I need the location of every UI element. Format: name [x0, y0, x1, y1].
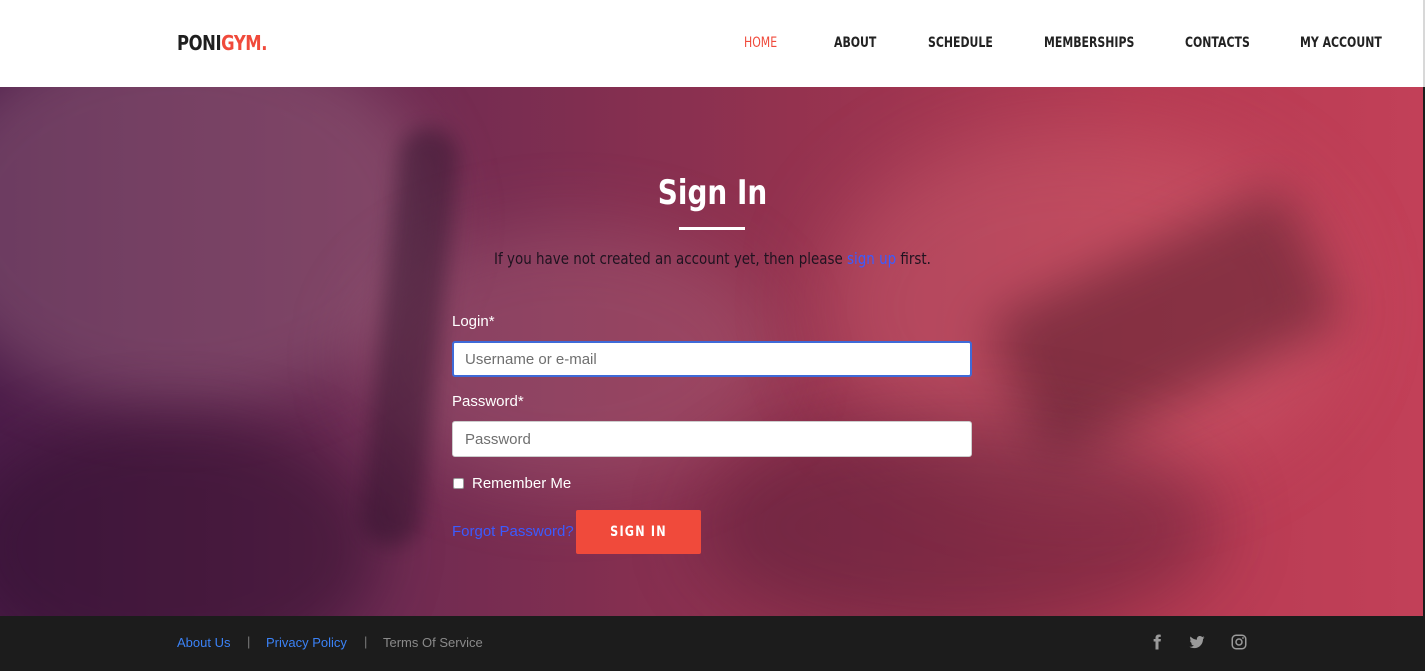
- title-underline: [679, 227, 745, 230]
- sign-in-button-label: SIGN IN: [610, 524, 667, 540]
- footer-separator: |: [247, 634, 251, 649]
- password-label: Password*: [452, 393, 524, 410]
- signup-prompt: If you have not created an account yet, …: [114, 249, 1311, 268]
- remember-me[interactable]: Remember Me: [452, 475, 571, 492]
- nav-item-memberships[interactable]: MEMBERSHIPS: [1044, 35, 1134, 51]
- site-footer: About Us | Privacy Policy | Terms Of Ser…: [0, 616, 1425, 671]
- hero-background-shape: [0, 417, 380, 616]
- footer-about-link[interactable]: About Us: [177, 635, 230, 650]
- main-nav: HOME ABOUT SCHEDULE MEMBERSHIPS CONTACTS…: [0, 35, 1423, 55]
- nav-item-schedule[interactable]: SCHEDULE: [928, 35, 993, 51]
- nav-item-home[interactable]: HOME: [744, 35, 777, 51]
- signup-prompt-text-end: first.: [896, 249, 931, 268]
- login-input[interactable]: [452, 341, 972, 377]
- hero-section: Sign In If you have not created an accou…: [0, 87, 1423, 616]
- twitter-icon[interactable]: [1188, 633, 1206, 651]
- site-header: PONIGYM. HOME ABOUT SCHEDULE MEMBERSHIPS…: [0, 0, 1425, 87]
- footer-separator: |: [364, 634, 368, 649]
- signup-prompt-text: If you have not created an account yet, …: [494, 249, 848, 268]
- remember-me-label[interactable]: Remember Me: [472, 475, 571, 492]
- facebook-icon[interactable]: [1148, 633, 1166, 651]
- nav-item-my-account[interactable]: MY ACCOUNT: [1300, 35, 1382, 51]
- sign-in-button[interactable]: SIGN IN: [576, 510, 701, 554]
- page-title: Sign In: [657, 173, 768, 213]
- remember-me-checkbox[interactable]: [453, 478, 464, 489]
- footer-terms-link[interactable]: Terms Of Service: [383, 635, 483, 650]
- password-input[interactable]: [452, 421, 972, 457]
- footer-privacy-link[interactable]: Privacy Policy: [266, 635, 347, 650]
- instagram-icon[interactable]: [1230, 633, 1248, 651]
- signup-link[interactable]: sign up: [847, 249, 896, 268]
- nav-item-contacts[interactable]: CONTACTS: [1185, 35, 1250, 51]
- login-label: Login*: [452, 313, 495, 330]
- forgot-password-link[interactable]: Forgot Password?: [452, 523, 574, 540]
- nav-item-about[interactable]: ABOUT: [834, 35, 876, 51]
